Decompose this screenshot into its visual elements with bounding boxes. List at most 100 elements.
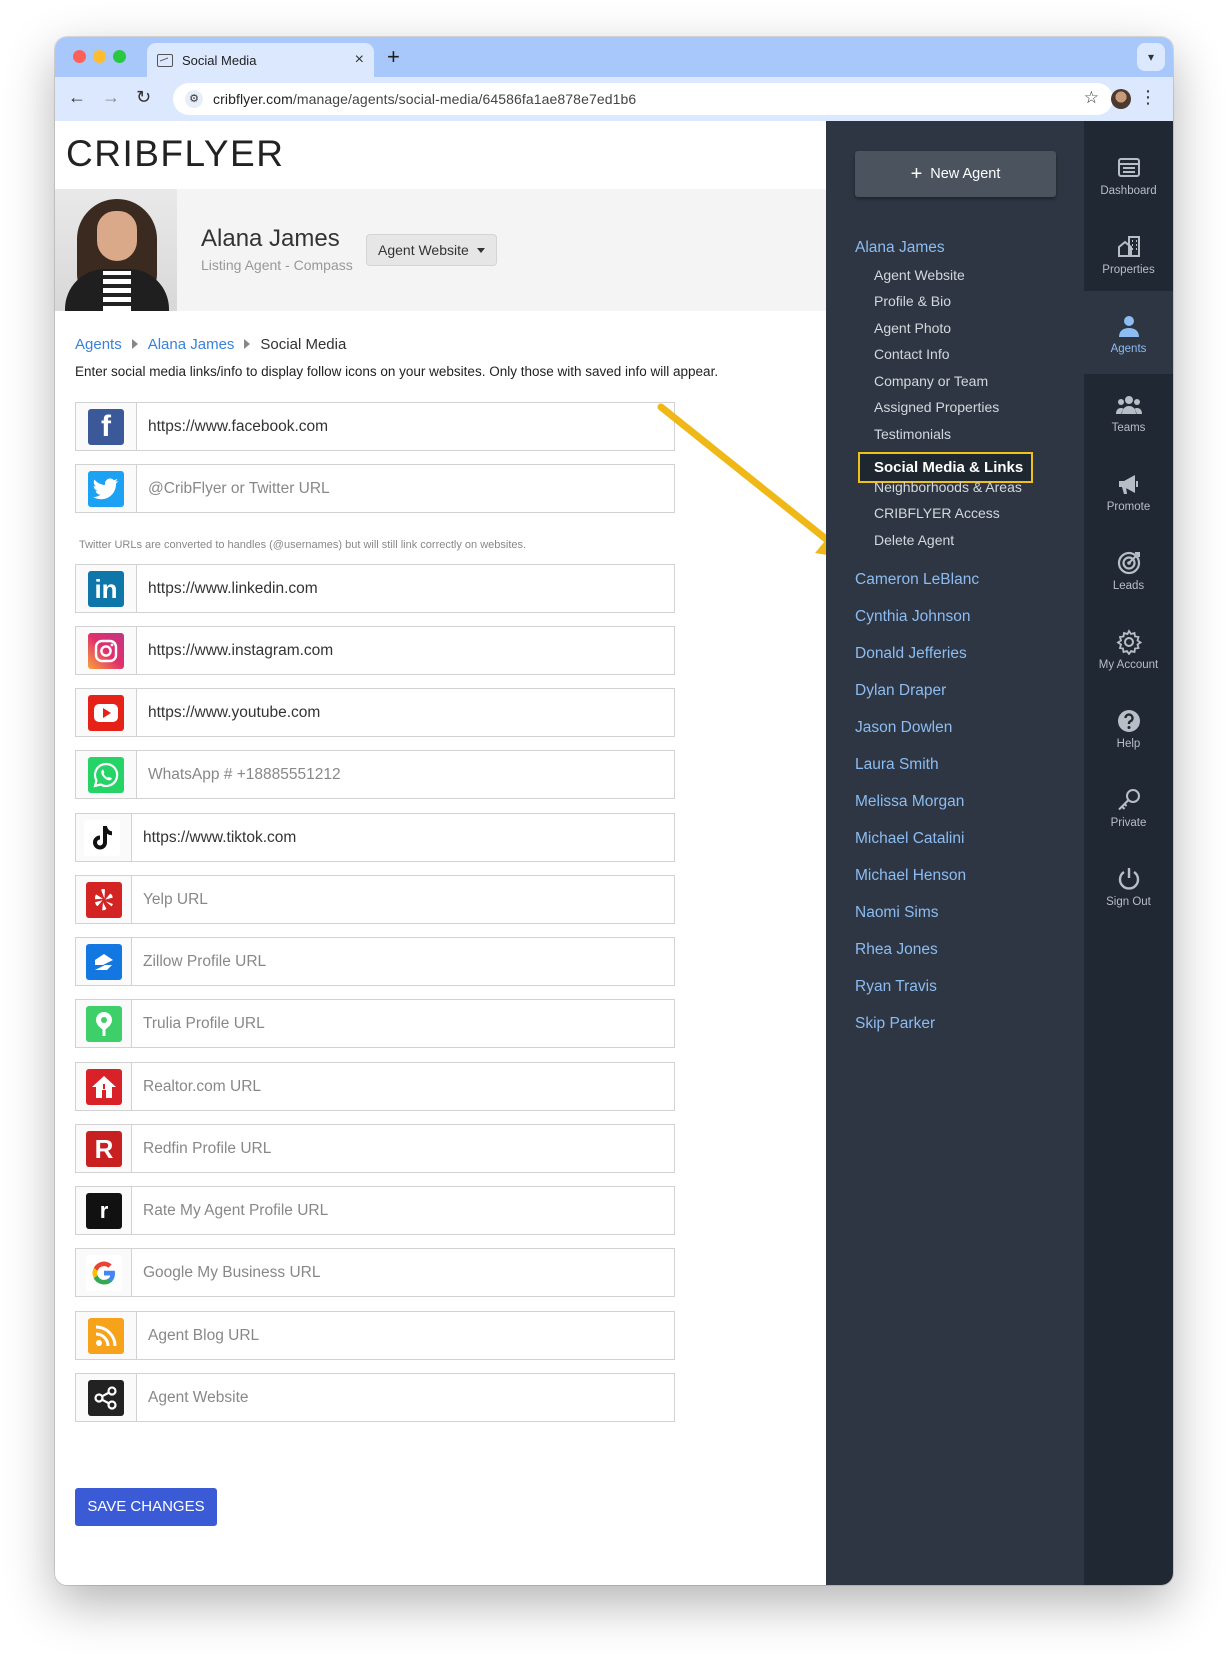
instagram-icon — [88, 633, 124, 669]
rail-sign-out[interactable]: Sign Out — [1084, 844, 1173, 927]
agent-link[interactable]: Laura Smith — [855, 756, 939, 774]
agent-link[interactable]: Cameron LeBlanc — [855, 571, 979, 589]
youtube-field — [75, 688, 675, 737]
agent-website-dropdown[interactable]: Agent Website — [366, 234, 497, 266]
reload-icon[interactable]: ↻ — [136, 87, 151, 108]
rail-properties[interactable]: Properties — [1084, 212, 1173, 295]
submenu-contact-info[interactable]: Contact Info — [874, 346, 950, 362]
instagram-input[interactable] — [148, 627, 668, 674]
agent-link[interactable]: Michael Henson — [855, 867, 966, 885]
forward-arrow-icon[interactable]: → — [102, 87, 120, 108]
agent-link[interactable]: Donald Jefferies — [855, 645, 967, 663]
rail-promote[interactable]: Promote — [1084, 449, 1173, 532]
blog-input[interactable] — [148, 1312, 668, 1359]
trulia-input[interactable] — [143, 1000, 668, 1047]
redfin-input[interactable] — [143, 1125, 668, 1172]
browser-tab[interactable]: Social Media × — [147, 43, 374, 77]
browser-toolbar: ← → ↻ ⚙ cribflyer.com/manage/agents/soci… — [55, 77, 1173, 121]
submenu-profile-bio[interactable]: Profile & Bio — [874, 293, 951, 309]
maximize-window-button[interactable] — [113, 50, 126, 63]
new-tab-button[interactable]: + — [387, 44, 400, 70]
twitter-bird-icon — [88, 471, 124, 507]
submenu-testimonials[interactable]: Testimonials — [874, 426, 951, 442]
rail-leads[interactable]: Leads — [1084, 528, 1173, 611]
back-arrow-icon[interactable]: ← — [68, 87, 86, 108]
website-field — [75, 1373, 675, 1422]
agent-link-current[interactable]: Alana James — [855, 239, 945, 257]
plus-icon: + — [910, 163, 923, 185]
dashboard-icon — [1117, 158, 1140, 177]
close-window-button[interactable] — [73, 50, 86, 63]
trulia-pin-icon — [86, 1006, 122, 1042]
rail-teams[interactable]: Teams — [1084, 370, 1173, 453]
image-favicon-icon — [157, 53, 173, 67]
ratemyagent-input[interactable] — [143, 1187, 668, 1234]
redfin-icon: R — [86, 1131, 122, 1167]
megaphone-icon — [1118, 475, 1138, 494]
agent-link[interactable]: Naomi Sims — [855, 904, 939, 922]
agent-link[interactable]: Dylan Draper — [855, 682, 946, 700]
rail-my-account[interactable]: My Account — [1084, 607, 1173, 690]
submenu-delete-agent[interactable]: Delete Agent — [874, 532, 954, 548]
yelp-input[interactable] — [143, 876, 668, 923]
tab-strip: Social Media × + ▾ — [55, 37, 1173, 77]
submenu-agent-website[interactable]: Agent Website — [874, 267, 965, 283]
agent-link[interactable]: Skip Parker — [855, 1015, 935, 1033]
breadcrumb-current: Social Media — [260, 336, 347, 353]
agent-link[interactable]: Cynthia Johnson — [855, 608, 970, 626]
facebook-field: f — [75, 402, 675, 451]
submenu-company-team[interactable]: Company or Team — [874, 373, 988, 389]
breadcrumb-agents-link[interactable]: Agents — [75, 336, 122, 353]
submenu-cribflyer-access[interactable]: CRIBFLYER Access — [874, 505, 1000, 521]
tab-search-button[interactable]: ▾ — [1137, 43, 1165, 71]
yelp-field — [75, 875, 675, 924]
power-icon — [1118, 868, 1139, 890]
profile-avatar[interactable] — [1111, 89, 1131, 109]
agent-link[interactable]: Rhea Jones — [855, 941, 938, 959]
agents-panel: + New Agent Alana James Agent Website Pro… — [826, 121, 1084, 1585]
tab-close-icon[interactable]: × — [355, 51, 364, 69]
agent-name: Alana James — [201, 225, 340, 252]
tab-title: Social Media — [182, 52, 257, 68]
website-input[interactable] — [148, 1374, 668, 1421]
new-agent-button[interactable]: + New Agent — [855, 151, 1056, 197]
rail-dashboard[interactable]: Dashboard — [1084, 133, 1173, 216]
submenu-agent-photo[interactable]: Agent Photo — [874, 320, 951, 336]
minimize-window-button[interactable] — [93, 50, 106, 63]
youtube-input[interactable] — [148, 689, 668, 736]
breadcrumb-separator-icon — [244, 339, 251, 349]
agent-role: Listing Agent - Compass — [201, 257, 353, 273]
linkedin-input[interactable] — [148, 565, 668, 612]
address-bar[interactable]: ⚙ cribflyer.com/manage/agents/social-med… — [173, 83, 1113, 115]
linkedin-field: in — [75, 564, 675, 613]
google-input[interactable] — [143, 1249, 668, 1296]
realtor-field — [75, 1062, 675, 1111]
save-changes-button[interactable]: SAVE CHANGES — [75, 1488, 217, 1526]
instructions-text: Enter social media links/info to display… — [75, 364, 719, 379]
youtube-icon — [88, 695, 124, 731]
agent-link[interactable]: Jason Dowlen — [855, 719, 952, 737]
rail-private[interactable]: Private — [1084, 765, 1173, 848]
whatsapp-input[interactable] — [148, 751, 668, 798]
breadcrumb-agent-link[interactable]: Alana James — [148, 336, 235, 353]
ratemyagent-field: r — [75, 1186, 675, 1235]
zillow-input[interactable] — [143, 938, 668, 985]
agent-link[interactable]: Melissa Morgan — [855, 793, 964, 811]
browser-menu-icon[interactable]: ⋮ — [1139, 87, 1157, 108]
tiktok-field — [75, 813, 675, 862]
tiktok-input[interactable] — [143, 814, 668, 861]
share-nodes-icon — [88, 1380, 124, 1416]
submenu-neighborhoods[interactable]: Neighborhoods & Areas — [874, 479, 1022, 495]
rail-agents[interactable]: Agents — [1084, 291, 1173, 374]
agent-link[interactable]: Michael Catalini — [855, 830, 964, 848]
facebook-input[interactable] — [148, 403, 668, 450]
rss-icon — [88, 1318, 124, 1354]
rail-help[interactable]: Help — [1084, 686, 1173, 769]
submenu-assigned-properties[interactable]: Assigned Properties — [874, 399, 999, 415]
site-settings-icon[interactable]: ⚙ — [185, 90, 203, 108]
agent-link[interactable]: Ryan Travis — [855, 978, 937, 996]
user-icon — [1118, 316, 1139, 337]
realtor-input[interactable] — [143, 1063, 668, 1110]
twitter-input[interactable] — [148, 465, 668, 512]
bookmark-star-icon[interactable]: ☆ — [1084, 88, 1099, 108]
